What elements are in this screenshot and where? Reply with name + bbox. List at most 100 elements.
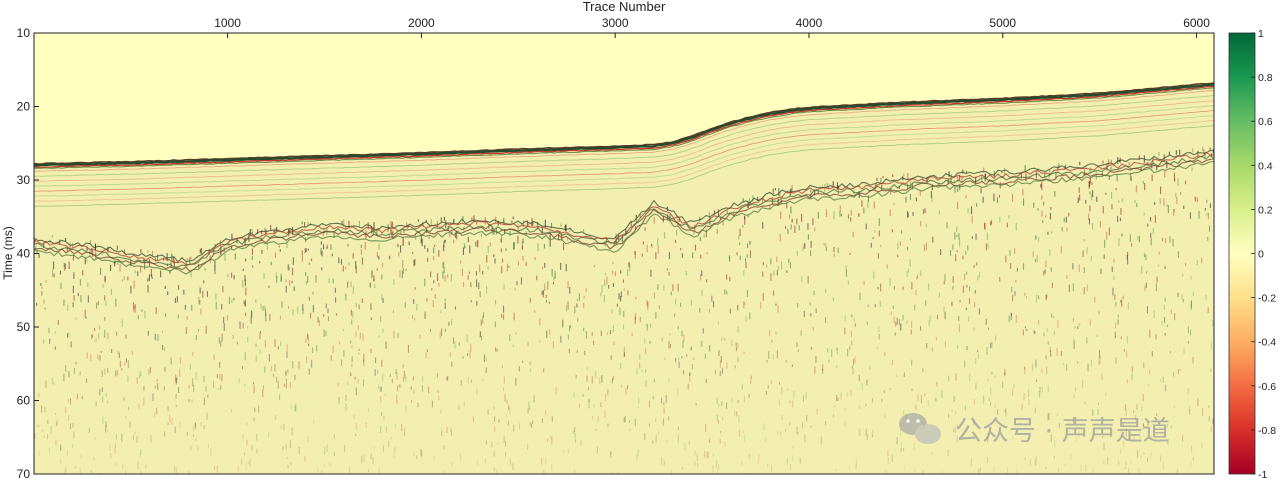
noise-mark — [583, 229, 585, 232]
noise-mark — [53, 261, 55, 270]
noise-mark — [899, 241, 901, 246]
noise-mark — [493, 406, 495, 410]
noise-mark — [936, 381, 938, 387]
noise-mark — [593, 265, 595, 268]
noise-mark — [1016, 267, 1018, 272]
noise-mark — [788, 258, 790, 264]
noise-mark — [1053, 330, 1055, 335]
noise-mark — [508, 265, 510, 268]
noise-mark — [205, 386, 207, 392]
noise-mark — [962, 285, 964, 293]
noise-mark — [493, 450, 495, 457]
noise-mark — [111, 348, 113, 353]
y-axis-label: Time (ms) — [1, 226, 15, 280]
noise-mark — [703, 233, 705, 238]
noise-mark — [1041, 195, 1043, 200]
noise-mark — [144, 310, 146, 319]
noise-mark — [408, 241, 410, 246]
noise-mark — [380, 395, 382, 403]
noise-mark — [43, 339, 45, 345]
noise-mark — [448, 321, 450, 326]
noise-mark — [599, 377, 601, 384]
noise-mark — [1045, 214, 1047, 218]
noise-mark — [333, 434, 335, 439]
noise-mark — [931, 194, 933, 203]
y-tick-label: 10 — [17, 26, 31, 40]
y-tick-label: 60 — [17, 394, 31, 408]
noise-mark — [57, 320, 59, 325]
noise-mark — [440, 409, 442, 414]
noise-mark — [51, 377, 53, 384]
noise-mark — [192, 352, 194, 356]
noise-mark — [545, 294, 547, 299]
noise-mark — [1150, 237, 1152, 246]
noise-mark — [527, 342, 529, 347]
noise-mark — [462, 247, 464, 255]
noise-mark — [451, 318, 453, 326]
noise-mark — [422, 385, 424, 392]
noise-mark — [707, 451, 709, 458]
noise-mark — [661, 456, 663, 465]
noise-mark — [582, 394, 584, 397]
noise-mark — [1007, 466, 1009, 474]
noise-mark — [893, 286, 895, 290]
noise-mark — [712, 465, 714, 474]
noise-mark — [176, 376, 178, 381]
noise-mark — [565, 305, 567, 312]
noise-mark — [636, 454, 638, 461]
noise-mark — [877, 253, 879, 259]
noise-mark — [915, 404, 917, 410]
noise-mark — [405, 374, 407, 382]
noise-mark — [338, 257, 340, 264]
noise-mark — [513, 242, 515, 250]
noise-mark — [262, 306, 264, 311]
noise-mark — [1036, 254, 1038, 263]
noise-mark — [1164, 332, 1166, 336]
noise-mark — [653, 292, 655, 299]
noise-mark — [349, 466, 351, 474]
noise-mark — [845, 265, 847, 271]
noise-mark — [376, 251, 378, 258]
noise-mark — [402, 364, 404, 369]
noise-mark — [736, 252, 738, 256]
noise-mark — [987, 327, 989, 330]
noise-mark — [365, 422, 367, 429]
noise-mark — [772, 188, 774, 195]
noise-mark — [924, 208, 926, 213]
noise-mark — [501, 314, 503, 319]
noise-mark — [55, 413, 57, 416]
noise-mark — [425, 352, 427, 359]
noise-mark — [382, 445, 384, 452]
noise-mark — [188, 385, 190, 389]
noise-mark — [68, 371, 70, 378]
noise-mark — [48, 447, 50, 453]
noise-mark — [810, 425, 812, 428]
noise-mark — [1120, 449, 1122, 454]
noise-mark — [553, 472, 555, 474]
noise-mark — [437, 390, 439, 393]
noise-mark — [623, 311, 625, 318]
noise-mark — [1189, 409, 1191, 415]
noise-mark — [199, 287, 201, 294]
noise-mark — [738, 415, 740, 424]
noise-mark — [1212, 418, 1214, 425]
noise-mark — [287, 465, 289, 469]
noise-mark — [901, 230, 903, 234]
noise-mark — [1147, 223, 1149, 227]
noise-mark — [1088, 181, 1090, 189]
noise-mark — [648, 423, 650, 427]
noise-mark — [858, 213, 860, 217]
noise-mark — [143, 397, 145, 403]
noise-mark — [529, 368, 531, 372]
noise-mark — [796, 218, 798, 225]
noise-mark — [745, 258, 747, 262]
noise-mark — [1094, 296, 1096, 303]
noise-mark — [650, 323, 652, 328]
noise-mark — [136, 435, 138, 443]
noise-mark — [193, 384, 195, 392]
noise-mark — [125, 470, 127, 474]
noise-mark — [1144, 285, 1146, 292]
noise-mark — [397, 385, 399, 392]
noise-mark — [343, 350, 345, 357]
noise-mark — [107, 332, 109, 340]
